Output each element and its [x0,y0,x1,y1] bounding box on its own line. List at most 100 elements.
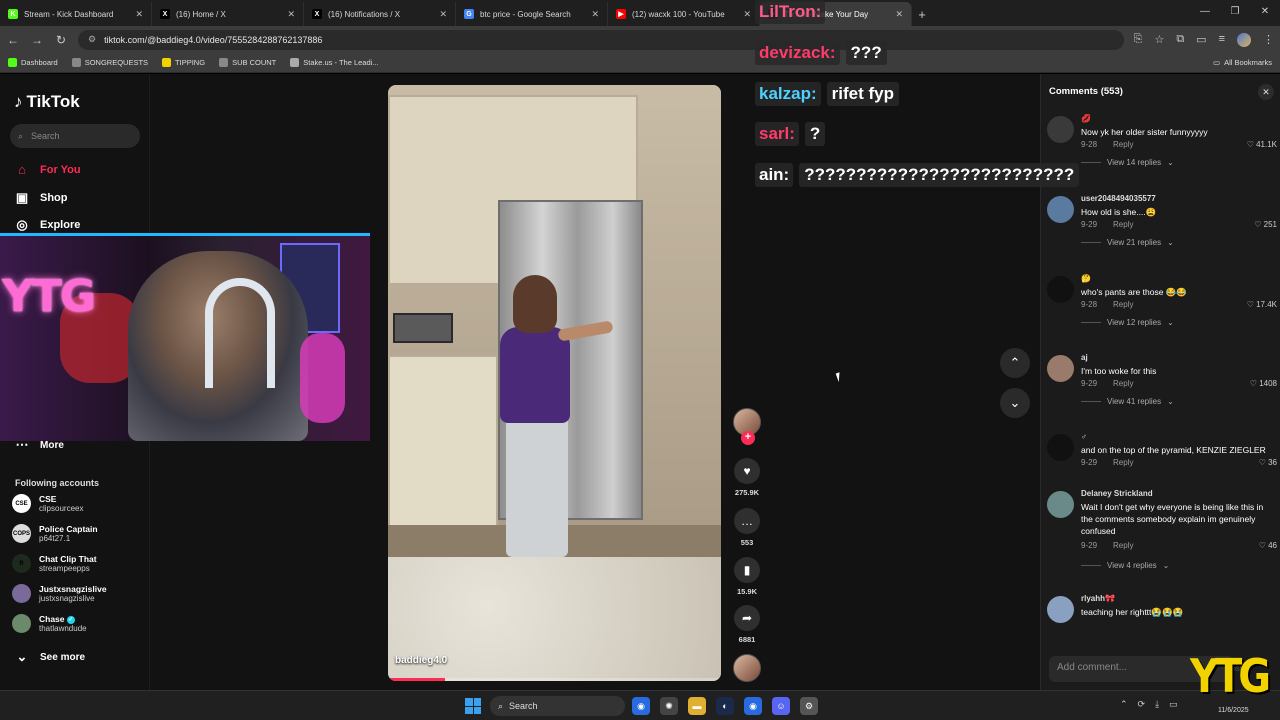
bookmark-icon[interactable]: ▮ [734,557,760,583]
close-tab-icon[interactable]: ✕ [591,9,599,20]
comment-like-button[interactable]: ♡ 251 [1254,220,1277,229]
tiktok-logo[interactable]: ♪ TikTok [14,92,80,112]
tray-display-icon[interactable]: ▭ [1169,699,1178,710]
comment-like-button[interactable]: ♡ 17.4K [1247,300,1277,309]
view-replies-button[interactable]: View 4 replies ⌄ [1081,561,1169,570]
close-tab-icon[interactable]: ✕ [895,9,903,20]
maximize-icon[interactable]: ❐ [1220,0,1250,24]
bookmark-item[interactable]: Stake.us - The Leadi... [290,58,379,67]
browser-tab[interactable]: K Stream - Kick Dashboard ✕ [0,2,152,26]
view-replies-button[interactable]: View 21 replies ⌄ [1081,238,1174,247]
following-account[interactable]: Chase ✓ thatlawndude [12,614,87,633]
nav-shop[interactable]: ▣ Shop [14,190,68,206]
comment-like-button[interactable]: ♡ 1408 [1250,379,1277,388]
avatar[interactable] [1047,434,1074,461]
reload-icon[interactable]: ↻ [54,33,68,47]
browser-tab[interactable]: Gbtc price - Google Search ✕ [456,2,608,26]
reply-button[interactable]: Reply [1113,458,1133,467]
previous-video-button[interactable]: ⌃ [1000,348,1030,378]
music-disc-button[interactable] [730,654,764,682]
share-button[interactable]: ➦ 6881 [730,605,764,644]
reply-button[interactable]: Reply [1113,541,1133,550]
video-progress-bar[interactable] [388,678,721,681]
avatar[interactable] [1047,196,1074,223]
video-username[interactable]: baddieg4.0 [395,655,447,666]
bookmark-item[interactable]: TIPPING [162,58,205,67]
tray-sync-icon[interactable]: ⟳ [1138,699,1146,710]
view-replies-button[interactable]: View 14 replies ⌄ [1081,158,1174,167]
tray-download-icon[interactable]: ⤓ [1155,699,1159,710]
discord-icon[interactable]: ☺ [772,697,790,715]
all-bookmarks-button[interactable]: ▭ All Bookmarks [1213,58,1272,67]
comment-author[interactable]: 🤔 [1081,274,1091,283]
media-icon[interactable]: ≡ [1219,33,1225,47]
following-account[interactable]: R Chat Clip That streampeepps [12,554,97,573]
creator-avatar-button[interactable]: + [730,408,764,445]
like-button[interactable]: ♥ 275.9K [730,458,764,497]
close-window-icon[interactable]: ✕ [1250,0,1280,24]
file-explorer-icon[interactable]: ▬ [688,697,706,715]
url-input[interactable]: ⚙ tiktok.com/@baddieg4.0/video/755528428… [78,29,1124,50]
tray-chevron-icon[interactable]: ⌃ [1120,699,1128,710]
nav-explore[interactable]: ◎ Explore [14,217,80,233]
avatar[interactable] [1047,596,1074,623]
menu-icon[interactable]: ⋮ [1263,33,1274,47]
back-icon[interactable]: ← [6,33,20,47]
reply-button[interactable]: Reply [1113,220,1133,229]
comment-author[interactable]: rlyahh🎀 [1081,594,1115,603]
comment-button[interactable]: … 553 [730,508,764,547]
browser-tab[interactable]: X (16) Notifications / X ✕ [304,2,456,26]
site-info-icon[interactable]: ⚙ [88,34,96,45]
see-more-button[interactable]: ⌄ See more [14,649,85,665]
creator-avatar[interactable]: + [733,408,761,445]
following-account[interactable]: Justxsnagzislive justxsnagzislive [12,584,107,603]
chatgpt-icon[interactable]: ✺ [660,697,678,715]
steam-icon[interactable]: ◐ [716,697,734,715]
comment-like-button[interactable]: ♡ 41.1K [1247,140,1277,149]
close-tab-icon[interactable]: ✕ [287,9,295,20]
search-input[interactable]: ⌕ Search [10,124,140,148]
comment-author[interactable]: user2048494035577 [1081,194,1156,203]
bookmark-item[interactable]: SUB COUNT [219,58,276,67]
following-account[interactable]: COPS Police Captain p64t27.1 [12,524,98,543]
reply-button[interactable]: Reply [1113,300,1133,309]
browser-tab[interactable]: X (16) Home / X ✕ [152,2,304,26]
comment-author[interactable]: aj [1081,353,1088,362]
chrome-profile-icon[interactable]: ◉ [744,697,762,715]
view-replies-button[interactable]: View 41 replies ⌄ [1081,397,1174,406]
new-tab-icon[interactable]: + [912,2,932,26]
forward-icon[interactable]: → [30,33,44,47]
follow-plus-icon[interactable]: + [741,431,755,445]
reply-button[interactable]: Reply [1113,140,1133,149]
share-icon[interactable]: ➦ [734,605,760,631]
comment-like-button[interactable]: ♡ 46 [1259,541,1277,550]
close-tab-icon[interactable]: ✕ [439,9,447,20]
avatar[interactable] [1047,491,1074,518]
chrome-icon[interactable]: ◉ [632,697,650,715]
bookmark-item[interactable]: SONGREQUESTS [71,58,148,67]
close-icon[interactable]: ✕ [1258,84,1274,100]
bookmark-item[interactable]: Dashboard [8,58,58,67]
heart-icon[interactable]: ♥ [734,458,760,484]
video-player[interactable]: baddieg4.0 [388,85,721,681]
bookmark-star-icon[interactable]: ☆ [1154,33,1164,47]
profile-avatar[interactable] [1237,32,1251,47]
music-disc-icon[interactable] [733,654,761,682]
view-replies-button[interactable]: View 12 replies ⌄ [1081,318,1174,327]
comment-author[interactable]: ♂ [1081,432,1087,441]
avatar[interactable] [1047,276,1074,303]
save-button[interactable]: ▮ 15.9K [730,557,764,596]
extensions-icon[interactable]: ⧉ [1176,33,1184,47]
comment-author[interactable]: Delaney Strickland [1081,489,1153,498]
comment-like-button[interactable]: ♡ 36 [1259,458,1277,467]
comment-author[interactable]: 💋 [1081,114,1091,123]
following-account[interactable]: CSE CSE clipsourceex [12,494,83,513]
windows-start-icon[interactable] [465,698,481,714]
next-video-button[interactable]: ⌄ [1000,388,1030,418]
close-tab-icon[interactable]: ✕ [743,9,751,20]
avatar[interactable] [1047,116,1074,143]
avatar[interactable] [1047,355,1074,382]
taskbar-search[interactable]: ⌕ Search [490,696,625,716]
comment-icon[interactable]: … [734,508,760,534]
close-tab-icon[interactable]: ✕ [135,9,143,20]
